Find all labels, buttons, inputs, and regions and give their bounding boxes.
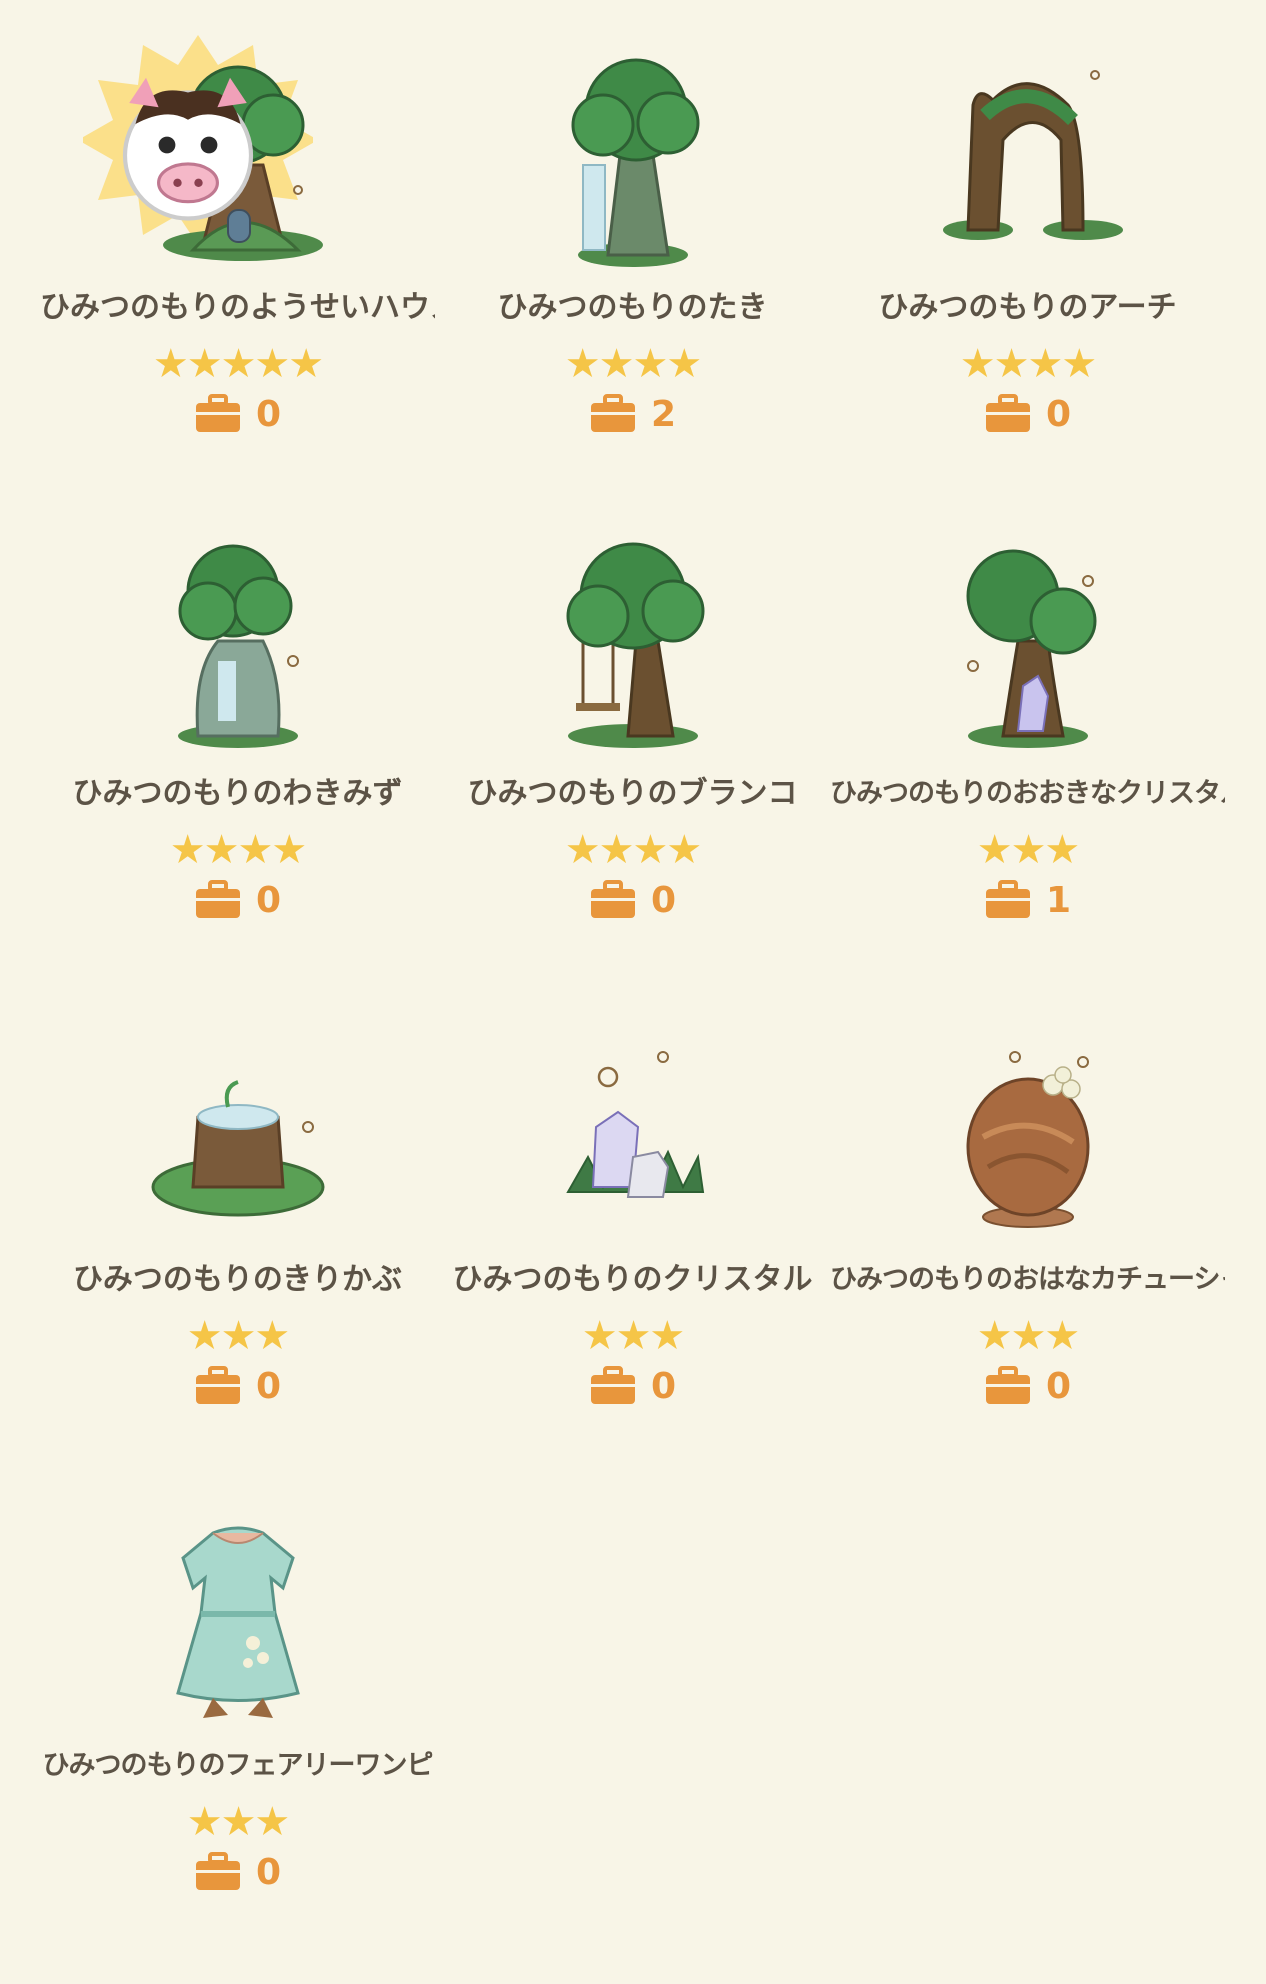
item-name: ひみつのもりのたき	[497, 290, 768, 325]
crystal-icon	[565, 1051, 704, 1198]
villager-avatar	[122, 77, 253, 221]
fairy-dress-icon	[175, 1526, 300, 1718]
inventory-count: 0	[589, 876, 676, 924]
star-rating: ★★★★	[564, 341, 702, 387]
briefcase-icon	[985, 880, 1030, 918]
star-rating: ★★★	[976, 827, 1081, 873]
item-thumbnail	[82, 35, 353, 280]
item-name: ひみつのもりのアーチ	[878, 290, 1177, 325]
item-name: ひみつのもりのフェアリーワンピ	[42, 1750, 434, 1781]
item-name: ひみつのもりのブランコ	[467, 776, 798, 811]
grid-item-stump[interactable]: ひみつのもりのきりかぶ ★★★ 0	[40, 1012, 435, 1498]
tree-crystal-icon	[966, 549, 1096, 748]
tree-waterfall-icon	[571, 58, 699, 267]
inventory-count: 2	[589, 390, 676, 438]
flower-headband-icon	[966, 1051, 1089, 1228]
count-value: 0	[650, 879, 677, 921]
grid-item-fairy-dress[interactable]: ひみつのもりのフェアリーワンピ ★★★ 0	[40, 1498, 435, 1984]
inventory-count: 0	[984, 1362, 1071, 1410]
item-name: ひみつのもりのようせいハウス	[40, 290, 435, 325]
briefcase-icon	[195, 880, 240, 918]
item-thumbnail	[913, 526, 1143, 766]
count-value: 0	[255, 1365, 282, 1407]
inventory-count: 0	[194, 390, 281, 438]
item-thumbnail	[518, 526, 748, 766]
stump-icon	[151, 1080, 324, 1217]
item-name: ひみつのもりのおおきなクリスタル	[830, 778, 1225, 809]
star-rating: ★★★★★	[152, 341, 324, 387]
item-name: ひみつのもりのクリスタル	[452, 1262, 813, 1297]
star-rating: ★★★★	[564, 827, 702, 873]
item-thumbnail	[123, 1012, 353, 1252]
count-value: 0	[1045, 1365, 1072, 1407]
item-thumbnail	[518, 40, 748, 280]
item-thumbnail	[913, 1012, 1143, 1252]
briefcase-icon	[985, 394, 1030, 432]
grid-item-spring[interactable]: ひみつのもりのわきみず ★★★★ 0	[40, 526, 435, 1012]
count-value: 1	[1045, 879, 1072, 921]
inventory-count: 0	[589, 1362, 676, 1410]
star-rating: ★★★	[186, 1799, 291, 1845]
grid-item-swing[interactable]: ひみつのもりのブランコ ★★★★ 0	[435, 526, 830, 1012]
inventory-count: 0	[194, 876, 281, 924]
item-name: ひみつのもりのきりかぶ	[72, 1262, 403, 1297]
count-value: 0	[650, 1365, 677, 1407]
star-rating: ★★★★	[959, 341, 1097, 387]
briefcase-icon	[590, 1366, 635, 1404]
inventory-count: 1	[984, 876, 1071, 924]
inventory-count: 0	[194, 1362, 281, 1410]
count-value: 0	[255, 393, 282, 435]
item-grid: ひみつのもりのようせいハウス ★★★★★ 0 ひみつのもりのたき ★★★★ 2 …	[40, 35, 1226, 1984]
grid-item-fairy-house[interactable]: ひみつのもりのようせいハウス ★★★★★ 0	[40, 35, 435, 526]
star-rating: ★★★	[581, 1313, 686, 1359]
briefcase-icon	[590, 394, 635, 432]
item-name: ひみつのもりのおはなカチューシャ	[830, 1264, 1225, 1295]
tree-swing-icon	[566, 542, 704, 748]
briefcase-icon	[195, 1366, 240, 1404]
item-thumbnail	[518, 1012, 748, 1252]
inventory-count: 0	[984, 390, 1071, 438]
grid-item-big-crystal[interactable]: ひみつのもりのおおきなクリスタル ★★★ 1	[830, 526, 1225, 1012]
grid-item-flower-headband[interactable]: ひみつのもりのおはなカチューシャ ★★★ 0	[830, 1012, 1225, 1498]
item-thumbnail	[913, 40, 1143, 280]
count-value: 0	[1045, 393, 1072, 435]
item-name: ひみつのもりのわきみず	[72, 776, 403, 811]
grid-item-arch[interactable]: ひみつのもりのアーチ ★★★★ 0	[830, 40, 1225, 526]
briefcase-icon	[195, 1852, 240, 1890]
star-rating: ★★★★	[169, 827, 307, 873]
item-thumbnail	[123, 1498, 353, 1738]
star-rating: ★★★	[976, 1313, 1081, 1359]
star-rating: ★★★	[186, 1313, 291, 1359]
inventory-count: 0	[194, 1848, 281, 1896]
count-value: 2	[650, 393, 677, 435]
count-value: 0	[255, 1851, 282, 1893]
count-value: 0	[255, 879, 282, 921]
tree-spring-icon	[177, 544, 299, 748]
briefcase-icon	[590, 880, 635, 918]
item-thumbnail	[123, 526, 353, 766]
grid-item-waterfall[interactable]: ひみつのもりのたき ★★★★ 2	[435, 40, 830, 526]
grid-item-crystal[interactable]: ひみつのもりのクリスタル ★★★ 0	[435, 1012, 830, 1498]
tree-arch-icon	[942, 70, 1123, 240]
briefcase-icon	[195, 394, 240, 432]
briefcase-icon	[985, 1366, 1030, 1404]
